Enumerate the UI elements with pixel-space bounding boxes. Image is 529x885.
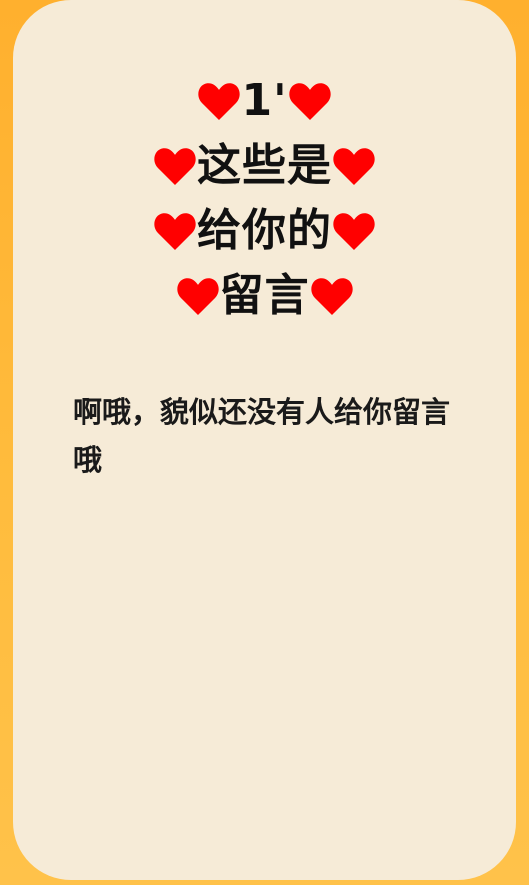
page-title: 1' 这些是 给你的 留言 [13, 70, 516, 330]
title-text-1: 1' [241, 75, 288, 126]
heart-icon [310, 278, 353, 315]
heart-icon [154, 213, 196, 250]
title-line-3: 给你的 [13, 200, 516, 265]
title-line-2: 这些是 [13, 135, 516, 200]
heart-icon [176, 278, 219, 315]
title-text-4: 留言 [219, 270, 310, 321]
heart-icon [288, 83, 331, 120]
heart-icon [333, 148, 375, 185]
empty-messages-text: 啊哦，貌似还没有人给你留言 哦 [73, 388, 516, 484]
title-line-4: 留言 [13, 265, 516, 330]
message-card: 1' 这些是 给你的 留言 啊哦，貌似还没有人给你留言 哦 [13, 0, 516, 880]
heart-icon [154, 148, 196, 185]
title-line-1: 1' [13, 70, 516, 135]
heart-icon [198, 83, 241, 120]
empty-messages-line-2: 哦 [73, 443, 103, 477]
heart-icon [333, 213, 375, 250]
title-text-2: 这些是 [197, 140, 332, 191]
title-text-3: 给你的 [197, 205, 332, 256]
app-background: 1' 这些是 给你的 留言 啊哦，貌似还没有人给你留言 哦 [0, 0, 529, 885]
empty-messages-line-1: 啊哦，貌似还没有人给你留言 [73, 395, 451, 429]
